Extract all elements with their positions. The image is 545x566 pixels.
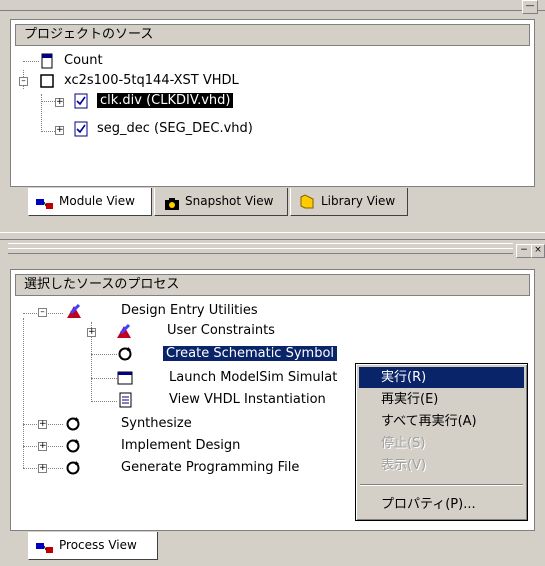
- tab-label: Module View: [59, 194, 135, 208]
- vhdl-file-icon: [73, 93, 89, 109]
- process-item-launch-modelsim[interactable]: Launch ModelSim Simulat: [169, 368, 337, 388]
- menu-item-stop[interactable]: 停止(S): [359, 433, 524, 454]
- process-item-implement[interactable]: Implement Design: [121, 436, 240, 456]
- menu-item-rerun-all[interactable]: すべて再実行(A): [359, 411, 524, 432]
- process-refresh-icon: [117, 346, 133, 362]
- process-refresh-icon: [65, 416, 81, 432]
- module-view-icon: [36, 194, 53, 210]
- grip-bar[interactable]: [8, 248, 513, 254]
- top-edge: [0, 0, 545, 11]
- tree-item-clkdiv[interactable]: clk.div (CLKDIV.vhd): [97, 91, 234, 111]
- menu-item-properties[interactable]: プロパティ(P)...: [359, 494, 524, 515]
- tab-label: Library View: [321, 194, 396, 208]
- constraints-icon: [115, 323, 131, 339]
- tree-line: [91, 378, 117, 379]
- tab-module-view[interactable]: Module View: [28, 188, 152, 216]
- library-view-icon: [299, 193, 315, 209]
- process-item-generate-file[interactable]: Generate Programming File: [121, 458, 299, 478]
- collapse-toggle[interactable]: –: [38, 308, 47, 317]
- design-utilities-icon: [65, 303, 81, 319]
- tab-label: Process View: [59, 538, 137, 552]
- expand-toggle[interactable]: +: [38, 464, 47, 473]
- process-refresh-icon: [65, 460, 81, 476]
- close-icon[interactable]: ×: [531, 244, 545, 258]
- dock-button[interactable]: −: [516, 244, 532, 258]
- selected-label[interactable]: clk.div (CLKDIV.vhd): [97, 93, 234, 108]
- process-item-user-constraints[interactable]: User Constraints: [167, 321, 275, 341]
- pane-splitter[interactable]: [0, 232, 545, 240]
- tab-snapshot-view[interactable]: Snapshot View: [154, 188, 288, 216]
- sources-panel: プロジェクトのソース Count – xc2s100-5tq144-XST VH…: [10, 19, 535, 187]
- process-item-synthesize[interactable]: Synthesize: [121, 414, 192, 434]
- tab-process-view[interactable]: Process View: [28, 532, 158, 560]
- tree-line: [41, 94, 42, 132]
- process-refresh-icon: [65, 438, 81, 454]
- tree-line: [41, 101, 55, 102]
- process-view-icon: [36, 538, 53, 554]
- tree-line: [91, 401, 117, 402]
- tree-line: [41, 131, 55, 132]
- window-icon: [117, 370, 133, 386]
- process-item-view-vhdl[interactable]: View VHDL Instantiation: [169, 390, 326, 410]
- document-icon: [117, 392, 133, 408]
- expand-toggle[interactable]: +: [55, 126, 64, 135]
- top-window-button[interactable]: —: [522, 0, 538, 14]
- device-icon: [39, 73, 55, 89]
- project-icon: [39, 53, 55, 69]
- menu-item-rerun[interactable]: 再実行(E): [359, 389, 524, 410]
- menu-item-view[interactable]: 表示(V): [359, 455, 524, 476]
- tree-item-device[interactable]: xc2s100-5tq144-XST VHDL: [64, 71, 239, 91]
- vhdl-file-icon: [73, 121, 89, 137]
- process-item-design-entry[interactable]: Design Entry Utilities: [121, 301, 258, 321]
- collapse-toggle[interactable]: –: [19, 77, 28, 86]
- process-panel-header: 選択したソースのプロセス: [15, 274, 530, 296]
- expand-toggle[interactable]: +: [55, 98, 64, 107]
- selected-label[interactable]: Create Schematic Symbol: [163, 346, 338, 361]
- tree-line: [91, 354, 117, 355]
- snapshot-view-icon: [164, 194, 180, 210]
- expand-toggle[interactable]: +: [38, 442, 47, 451]
- expand-toggle[interactable]: +: [38, 420, 47, 429]
- tree-item-segdec[interactable]: seg_dec (SEG_DEC.vhd): [97, 119, 253, 139]
- menu-separator: [360, 484, 523, 486]
- expand-toggle[interactable]: +: [87, 328, 96, 337]
- tab-library-view[interactable]: Library View: [290, 188, 408, 216]
- tab-label: Snapshot View: [185, 194, 274, 208]
- tree-line: [23, 61, 39, 62]
- process-item-create-symbol[interactable]: Create Schematic Symbol: [163, 344, 338, 364]
- menu-item-run[interactable]: 実行(R): [359, 367, 524, 388]
- sources-panel-header: プロジェクトのソース: [15, 24, 530, 46]
- tree-item-count[interactable]: Count: [64, 51, 103, 71]
- context-menu: 実行(R) 再実行(E) すべて再実行(A) 停止(S) 表示(V) プロパティ…: [355, 363, 528, 521]
